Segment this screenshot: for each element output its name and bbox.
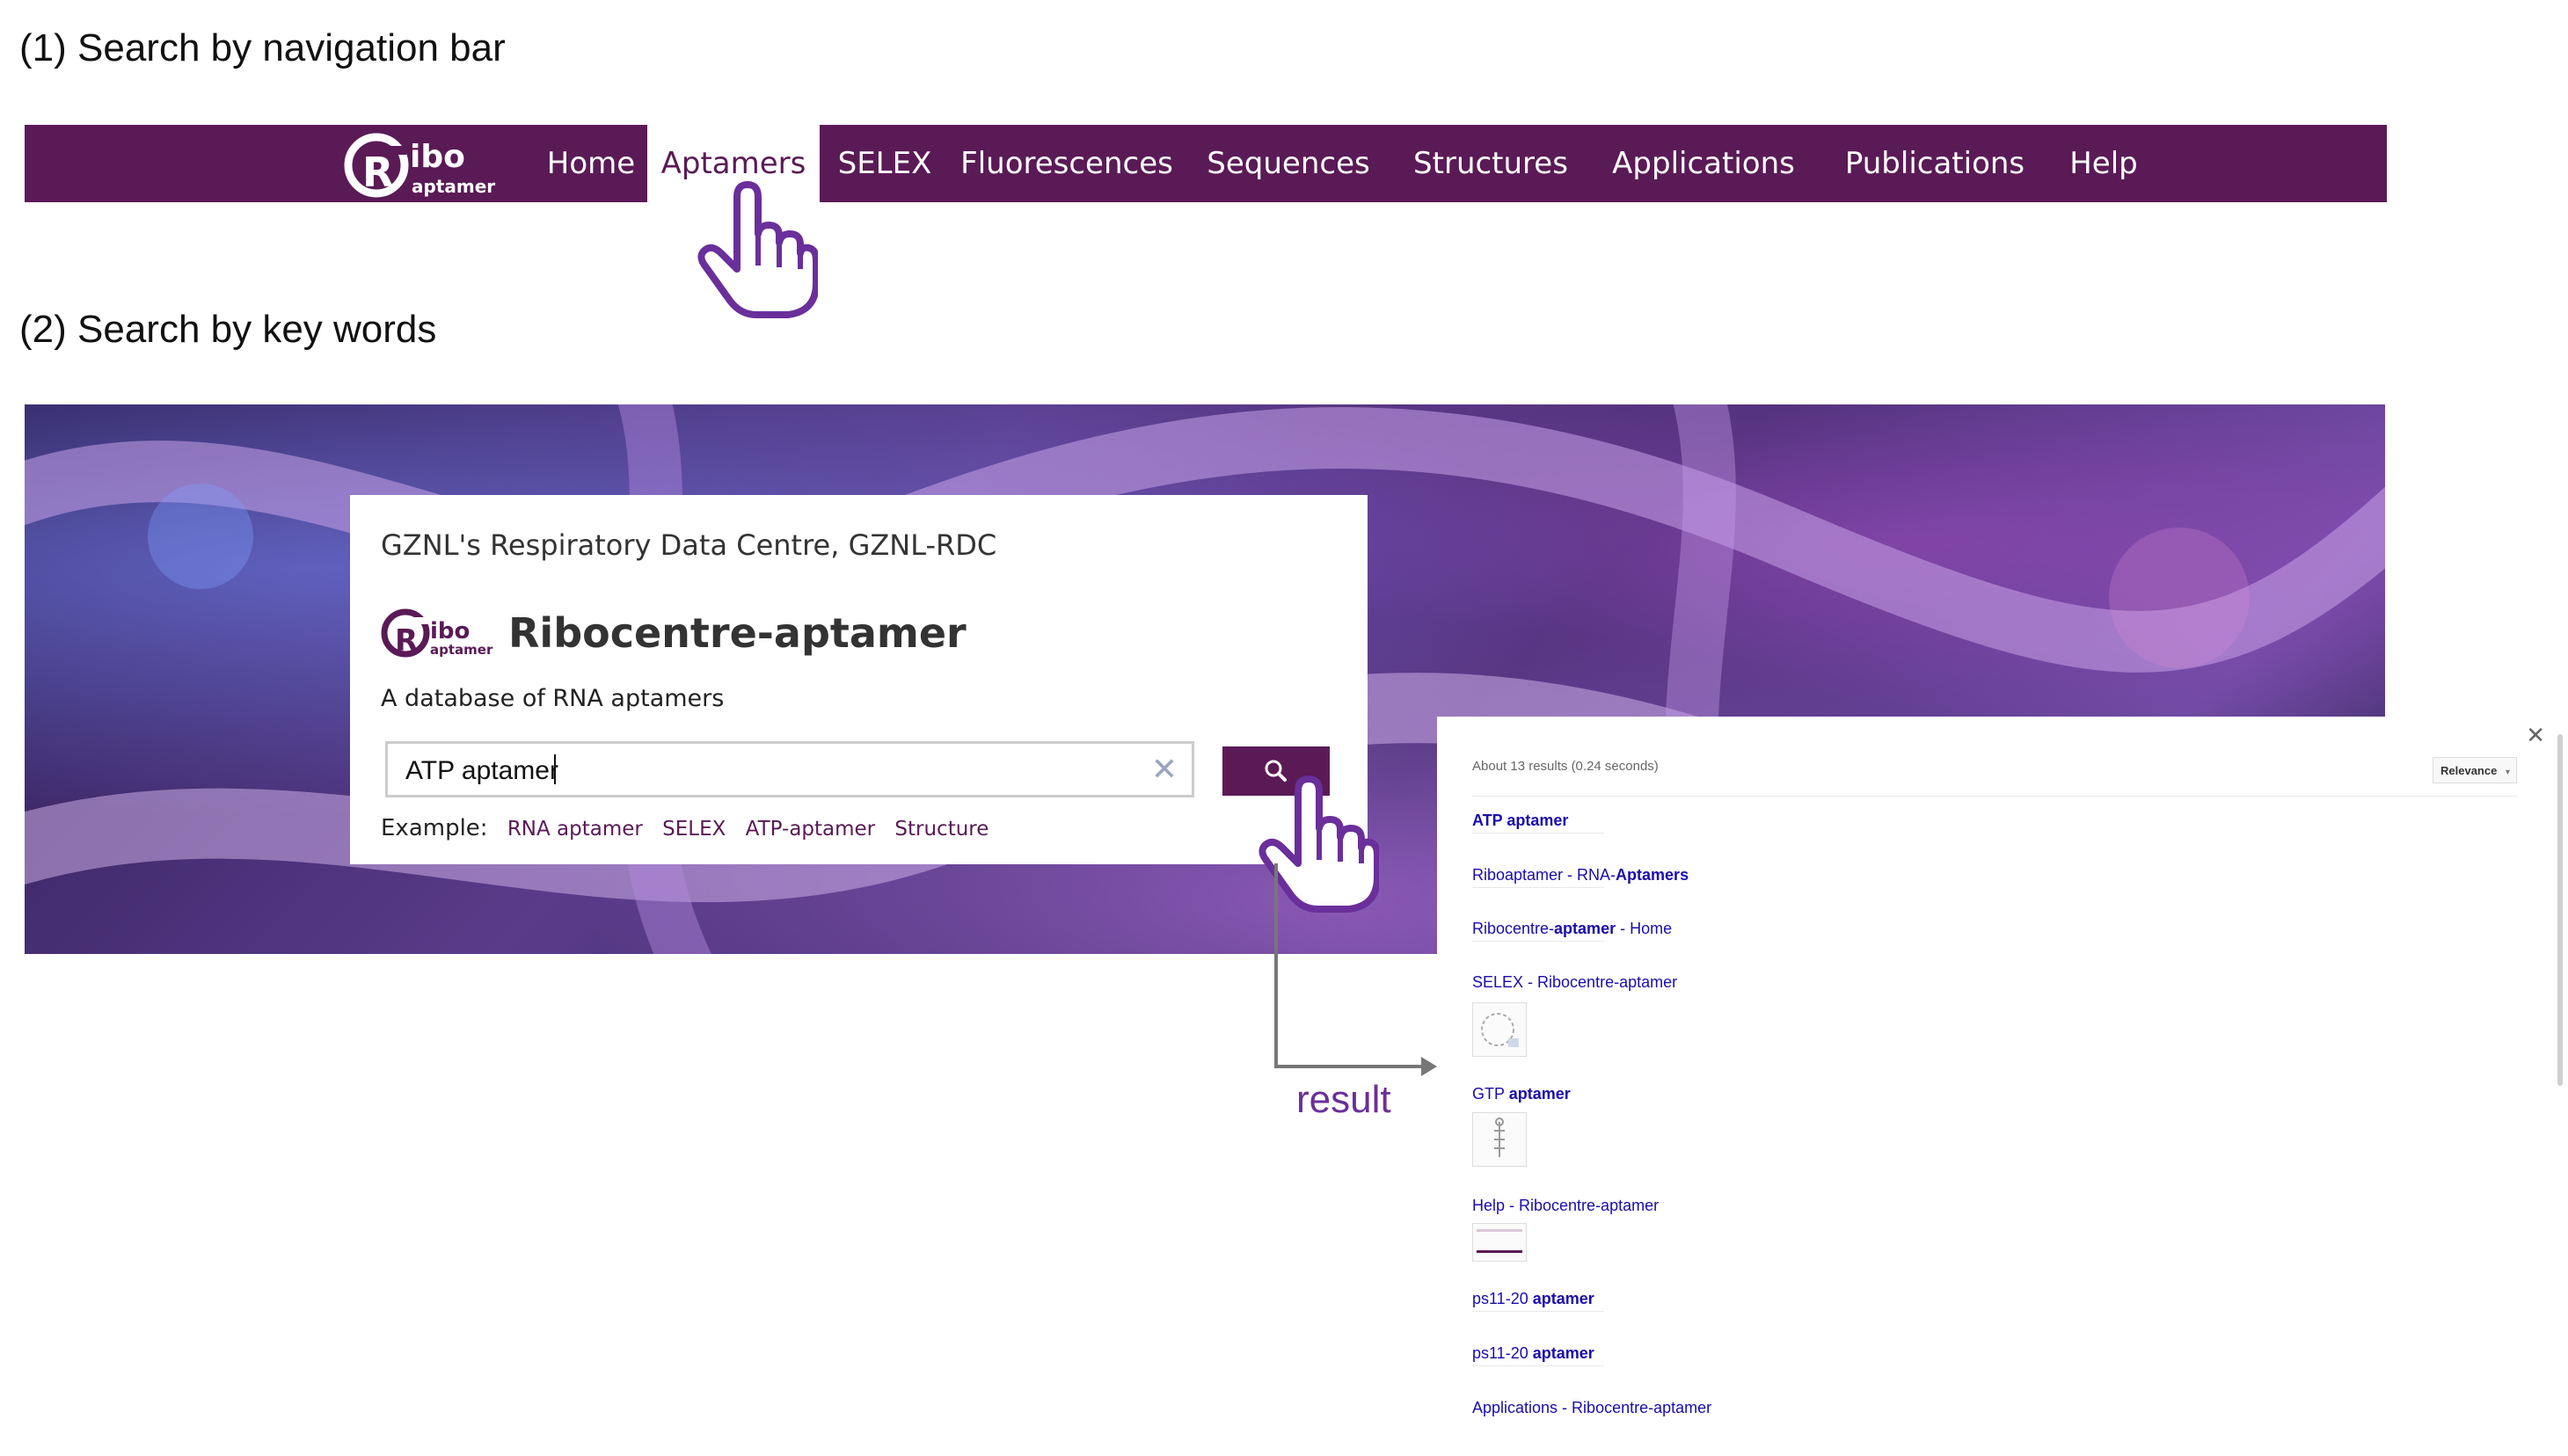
result-link[interactable]: ps11-20 aptamer: [1472, 1290, 1594, 1308]
nav-item-sequences[interactable]: Sequences: [1184, 125, 1393, 202]
structure-diagram-icon: [1494, 1117, 1505, 1157]
text-cursor: [554, 754, 556, 784]
nav-item-structures[interactable]: Structures: [1393, 125, 1588, 202]
example-link-atp-aptamer[interactable]: ATP-aptamer: [746, 818, 875, 841]
example-link-structure[interactable]: Structure: [894, 818, 989, 841]
result-thumbnail[interactable]: [1472, 1002, 1527, 1057]
brand-main-text: ibo: [410, 139, 465, 175]
result-snippet: [1472, 1311, 1604, 1312]
app-tagline: A database of RNA aptamers: [381, 685, 725, 712]
result-snippet: [1472, 887, 1604, 888]
nav-item-publications[interactable]: Publications: [1819, 125, 2051, 202]
brand-logo[interactable]: R ibo aptamer: [341, 128, 517, 199]
card-logo: R ibo aptamer: [381, 605, 495, 659]
ribo-logo-icon: R ibo aptamer: [381, 608, 493, 659]
nav-item-fluorescences[interactable]: Fluorescences: [950, 125, 1184, 202]
result-thumbnail[interactable]: [1472, 1112, 1527, 1167]
result-thumbnail[interactable]: [1472, 1223, 1527, 1262]
search-query-text: ATP aptamer: [405, 756, 558, 785]
hand-pointer-icon: [697, 181, 818, 318]
app-title: Ribocentre-aptamer: [508, 609, 967, 657]
arrow-head-icon: [1421, 1057, 1437, 1076]
svg-text:R: R: [362, 149, 393, 196]
result-link[interactable]: Riboaptamer - RNA-Aptamers: [1472, 866, 1689, 885]
section-title-navigation: (1) Search by navigation bar: [19, 26, 506, 69]
result-snippet: [1472, 941, 1604, 942]
result-link[interactable]: Help - Ribocentre-aptamer: [1472, 1197, 1659, 1215]
close-icon[interactable]: ✕: [2526, 722, 2545, 749]
search-card: GZNL's Respiratory Data Centre, GZNL-RDC…: [350, 495, 1368, 864]
sort-dropdown[interactable]: Relevance ▾: [2433, 757, 2517, 783]
result-link[interactable]: ps11-20 aptamer: [1472, 1344, 1594, 1363]
result-link[interactable]: SELEX - Ribocentre-aptamer: [1472, 973, 1677, 992]
result-snippet: [1472, 1365, 1604, 1366]
chevron-down-icon: ▾: [2505, 768, 2510, 777]
nav-item-applications[interactable]: Applications: [1588, 125, 1819, 202]
example-link-selex[interactable]: SELEX: [662, 818, 726, 841]
search-input[interactable]: ATP aptamer ✕: [385, 741, 1194, 797]
section-title-keywords: (2) Search by key words: [19, 308, 437, 351]
results-panel: ✕ About 13 results (0.24 seconds) Releva…: [1437, 717, 2568, 1456]
help-page-icon: [1477, 1229, 1522, 1253]
sort-value: Relevance: [2440, 764, 2498, 777]
svg-text:R: R: [395, 623, 418, 659]
organization-name: GZNL's Respiratory Data Centre, GZNL-RDC: [381, 528, 997, 562]
result-link[interactable]: ATP aptamer: [1472, 812, 1568, 830]
brand-sub-text: aptamer: [412, 176, 496, 197]
nav-item-help[interactable]: Help: [2051, 125, 2156, 202]
navbar: R ibo aptamer Home Aptamers SELEX Fluore…: [25, 125, 2387, 202]
results-scrollbar[interactable]: [2557, 734, 2563, 1086]
result-link[interactable]: Applications - Ribocentre-aptamer: [1472, 1399, 1711, 1417]
example-link-rna-aptamer[interactable]: RNA aptamer: [507, 818, 643, 841]
selex-diagram-icon: [1481, 1013, 1519, 1047]
result-snippet: [1472, 833, 1604, 834]
examples-row: Example: RNA aptamer SELEX ATP-aptamer S…: [381, 815, 989, 841]
results-stats: About 13 results (0.24 seconds): [1472, 759, 1659, 774]
arrow-line-vertical: [1274, 863, 1278, 1067]
result-link[interactable]: Ribocentre-aptamer - Home: [1472, 920, 1672, 938]
nav-item-selex[interactable]: SELEX: [820, 125, 950, 202]
arrow-line-horizontal: [1274, 1065, 1424, 1068]
result-label: result: [1296, 1078, 1391, 1121]
result-link[interactable]: GTP aptamer: [1472, 1085, 1571, 1103]
svg-text:ibo: ibo: [430, 618, 470, 644]
clear-icon[interactable]: ✕: [1151, 751, 1178, 788]
examples-label: Example:: [381, 815, 488, 841]
svg-text:aptamer: aptamer: [430, 642, 493, 658]
nav-item-home[interactable]: Home: [535, 125, 647, 202]
results-divider: [1472, 796, 2517, 797]
